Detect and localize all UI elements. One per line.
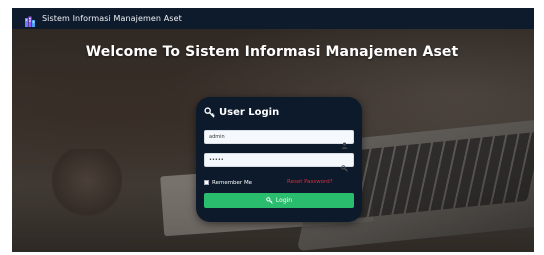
login-title-text: User Login: [219, 106, 280, 118]
reset-password-link[interactable]: Reset Password?: [287, 178, 333, 187]
password-input[interactable]: [205, 154, 337, 166]
building-logo-icon: [24, 13, 36, 27]
key-icon: [266, 197, 273, 204]
key-icon: [341, 157, 348, 172]
app-brand-title[interactable]: Sistem Informasi Manajemen Aset: [42, 14, 182, 23]
user-icon: [341, 134, 348, 149]
login-button-label[interactable]: Login: [276, 197, 292, 204]
password-field[interactable]: [204, 153, 354, 172]
remember-me-label[interactable]: Remember Me: [212, 180, 252, 186]
username-field[interactable]: [204, 130, 354, 149]
login-card-title: User Login: [204, 105, 279, 119]
username-input[interactable]: [205, 131, 337, 143]
top-navbar: Sistem Informasi Manajemen Aset: [12, 8, 534, 29]
login-card: User Login Remember Me Reset Password?: [196, 97, 362, 222]
login-button[interactable]: Login: [204, 193, 354, 208]
welcome-heading: Welcome To Sistem Informasi Manajemen As…: [85, 44, 459, 60]
key-icon: [204, 106, 215, 118]
remember-me[interactable]: Remember Me: [204, 178, 252, 187]
remember-me-checkbox[interactable]: [204, 180, 209, 185]
